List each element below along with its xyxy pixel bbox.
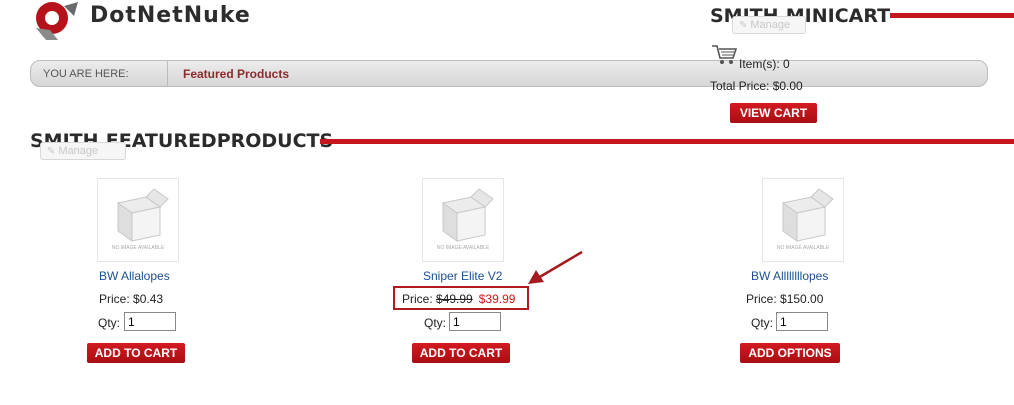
- shopping-cart-icon: [712, 45, 738, 64]
- product-price: Price: $49.99 $39.99: [402, 292, 515, 306]
- quantity-input[interactable]: [776, 312, 828, 331]
- manage-label: Manage: [58, 145, 99, 157]
- product-price: Price: $0.43: [99, 292, 163, 306]
- featured-manage-button[interactable]: ✎ Manage: [40, 142, 126, 160]
- pencil-icon: ✎: [739, 20, 748, 31]
- add-options-button[interactable]: ADD OPTIONS: [740, 343, 840, 363]
- price-label: Price:: [746, 292, 777, 306]
- manage-label: Manage: [750, 19, 791, 31]
- price-label: Price:: [402, 292, 433, 306]
- product-price: Price: $150.00: [746, 292, 823, 306]
- product-name-link[interactable]: BW Allllllllopes: [751, 269, 828, 283]
- view-cart-button[interactable]: VIEW CART: [730, 103, 817, 123]
- quantity-input[interactable]: [124, 312, 176, 331]
- quantity-input[interactable]: [449, 312, 501, 331]
- breadcrumb-label: YOU ARE HERE:: [43, 68, 129, 80]
- product-image[interactable]: NO IMAGE AVAILABLE: [762, 178, 844, 262]
- minicart-title-rule: [890, 13, 1014, 18]
- add-to-cart-button[interactable]: ADD TO CART: [412, 343, 510, 363]
- site-logo[interactable]: DotNetNuke: [28, 0, 318, 44]
- qty-label: Qty:: [751, 316, 774, 330]
- price-value: $0.43: [133, 292, 164, 306]
- minicart-manage-button[interactable]: ✎ Manage: [732, 16, 806, 34]
- featured-title-rule: [320, 139, 1014, 144]
- cart-total-price: Total Price: $0.00: [710, 79, 803, 93]
- no-image-caption: NO IMAGE AVAILABLE: [436, 245, 490, 251]
- product-name-link[interactable]: Sniper Elite V2: [423, 269, 502, 283]
- breadcrumb: YOU ARE HERE: Featured Products: [30, 60, 988, 87]
- old-price: $49.99: [436, 292, 473, 306]
- price-label: Price:: [99, 292, 130, 306]
- product-image[interactable]: NO IMAGE AVAILABLE: [97, 178, 179, 262]
- breadcrumb-divider: [167, 61, 168, 86]
- annotation-arrow-icon: [528, 250, 583, 284]
- breadcrumb-current-link[interactable]: Featured Products: [183, 67, 289, 81]
- price-value: $150.00: [780, 292, 824, 306]
- add-to-cart-button[interactable]: ADD TO CART: [87, 343, 185, 363]
- product-name-link[interactable]: BW Allalopes: [99, 269, 170, 283]
- cart-item-count: Item(s): 0: [739, 57, 790, 71]
- pencil-icon: ✎: [47, 146, 56, 157]
- qty-label: Qty:: [98, 316, 121, 330]
- dnn-gear-icon: [36, 2, 78, 40]
- product-image[interactable]: NO IMAGE AVAILABLE: [422, 178, 504, 262]
- logo-text: DotNetNuke: [90, 3, 251, 28]
- no-image-caption: NO IMAGE AVAILABLE: [111, 245, 165, 251]
- qty-label: Qty:: [424, 316, 447, 330]
- sale-price: $39.99: [478, 292, 516, 306]
- no-image-caption: NO IMAGE AVAILABLE: [776, 245, 830, 251]
